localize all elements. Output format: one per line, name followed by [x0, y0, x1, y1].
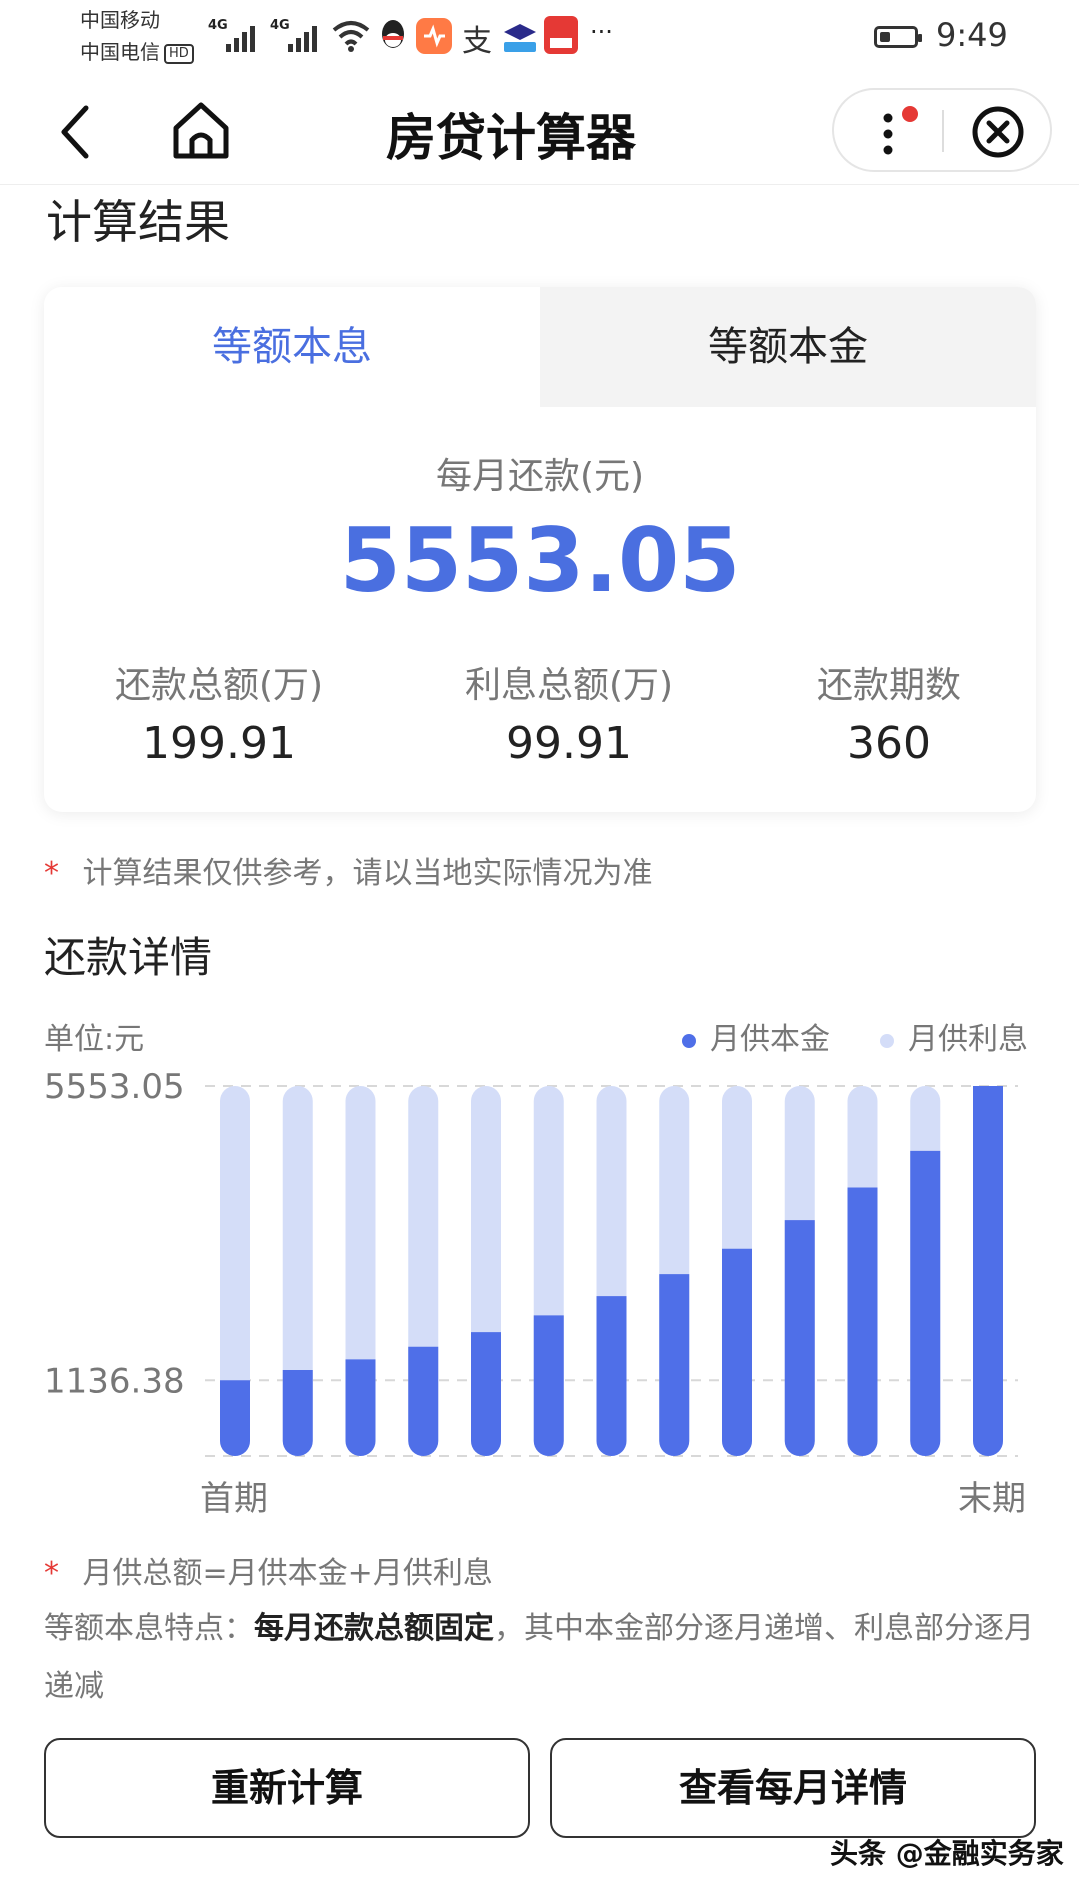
- legend-principal-dot: [682, 1033, 696, 1048]
- close-icon[interactable]: [970, 104, 1026, 160]
- status-bar: 中国移动 中国电信 HD 4G 4G 支 ··· 9:49: [0, 0, 1079, 80]
- signal-label-1: 4G: [208, 18, 228, 33]
- legend-interest-label: 月供利息: [908, 1022, 1028, 1057]
- carrier-telecom-label: 中国电信: [80, 40, 160, 64]
- bar-principal-0: [220, 1380, 250, 1456]
- bar-principal-1: [282, 1370, 313, 1456]
- signal-icon-1: [226, 26, 255, 52]
- x-label-last: 末期: [958, 1479, 1026, 1519]
- bar-principal-9: [784, 1220, 815, 1456]
- bar-principal-10: [847, 1187, 878, 1456]
- repayment-periods-value: 360: [847, 718, 931, 769]
- feature-prefix: 等额本息特点：: [44, 1611, 254, 1646]
- formula-note: * 月供总额=月供本金+月供利息: [44, 1548, 493, 1592]
- x-label-first: 首期: [200, 1479, 268, 1519]
- y-tick-label-1: 1136.38: [44, 1361, 185, 1401]
- y-tick-label-0: 5553.05: [44, 1067, 185, 1107]
- bar-principal-7: [659, 1274, 690, 1456]
- home-icon[interactable]: [170, 100, 232, 162]
- bar-principal-5: [533, 1315, 564, 1456]
- bar-principal-8: [722, 1248, 752, 1456]
- legend-interest-dot: [880, 1033, 894, 1048]
- details-section-title: 还款详情: [44, 933, 213, 982]
- bar-principal-2: [345, 1359, 376, 1456]
- feature-highlight: 每月还款总额固定: [254, 1611, 494, 1646]
- recalculate-button[interactable]: 重新计算: [44, 1738, 530, 1838]
- repayment-chart: 5553.05 1136.38 首期 末期: [44, 1067, 1026, 1519]
- signal-label-2: 4G: [270, 18, 290, 33]
- disclaimer-star: *: [44, 856, 59, 891]
- signal-icon-2: [288, 26, 317, 52]
- carrier-telecom: 中国电信 HD: [80, 38, 194, 66]
- bar-principal-6: [596, 1296, 627, 1456]
- carrier-mobile: 中国移动: [80, 8, 160, 32]
- red-app-icon: [544, 16, 578, 54]
- repayment-periods-label: 还款期数: [816, 665, 961, 706]
- tab-equal-installment[interactable]: 等额本息: [44, 287, 540, 407]
- bar-principal-12: [973, 1086, 1003, 1456]
- total-interest-label: 利息总额(万): [464, 665, 674, 706]
- formula-text: 月供总额=月供本金+月供利息: [82, 1556, 493, 1591]
- total-repayment-value: 199.91: [142, 718, 296, 769]
- health-app-icon: [416, 18, 452, 54]
- battery-icon: [874, 26, 922, 48]
- legend-principal: 月供本金: [682, 1014, 830, 1058]
- mini-program-capsule: [832, 88, 1052, 172]
- feature-description: 等额本息特点：每月还款总额固定，其中本金部分逐月递增、利息部分逐月递减: [44, 1600, 1034, 1716]
- back-icon[interactable]: [56, 104, 92, 160]
- nav-header: 房贷计算器: [0, 80, 1079, 185]
- watermark: 头条 @金融实务家: [830, 1837, 1064, 1870]
- more-menu-icon[interactable]: [878, 104, 918, 160]
- education-app-icon: [504, 24, 536, 52]
- disclaimer: * 计算结果仅供参考，请以当地实际情况为准: [44, 848, 653, 892]
- total-repayment-label: 还款总额(万): [114, 665, 324, 706]
- result-section-title: 计算结果: [46, 195, 230, 249]
- legend-interest: 月供利息: [880, 1014, 1028, 1058]
- monthly-detail-button[interactable]: 查看每月详情: [550, 1738, 1036, 1838]
- bar-principal-11: [910, 1150, 941, 1456]
- wifi-icon: [332, 21, 370, 52]
- bar-principal-3: [408, 1346, 439, 1456]
- chart-unit-label: 单位:元: [44, 1022, 145, 1057]
- hd-badge: HD: [164, 43, 194, 64]
- monthly-payment-value: 5553.05: [339, 509, 741, 612]
- more-notifications-icon: ···: [590, 18, 613, 46]
- formula-star: *: [44, 1556, 59, 1591]
- alipay-icon: 支: [462, 24, 492, 59]
- tab-equal-principal[interactable]: 等额本金: [540, 287, 1036, 407]
- bar-principal-4: [471, 1332, 501, 1456]
- capsule-divider: [942, 110, 944, 152]
- monthly-payment-label: 每月还款(元): [435, 456, 645, 497]
- clock: 9:49: [936, 16, 1008, 54]
- total-interest-value: 99.91: [506, 718, 632, 769]
- legend-principal-label: 月供本金: [710, 1022, 830, 1057]
- qq-icon: [382, 20, 404, 48]
- page-title: 房贷计算器: [386, 109, 636, 167]
- disclaimer-text: 计算结果仅供参考，请以当地实际情况为准: [82, 856, 653, 891]
